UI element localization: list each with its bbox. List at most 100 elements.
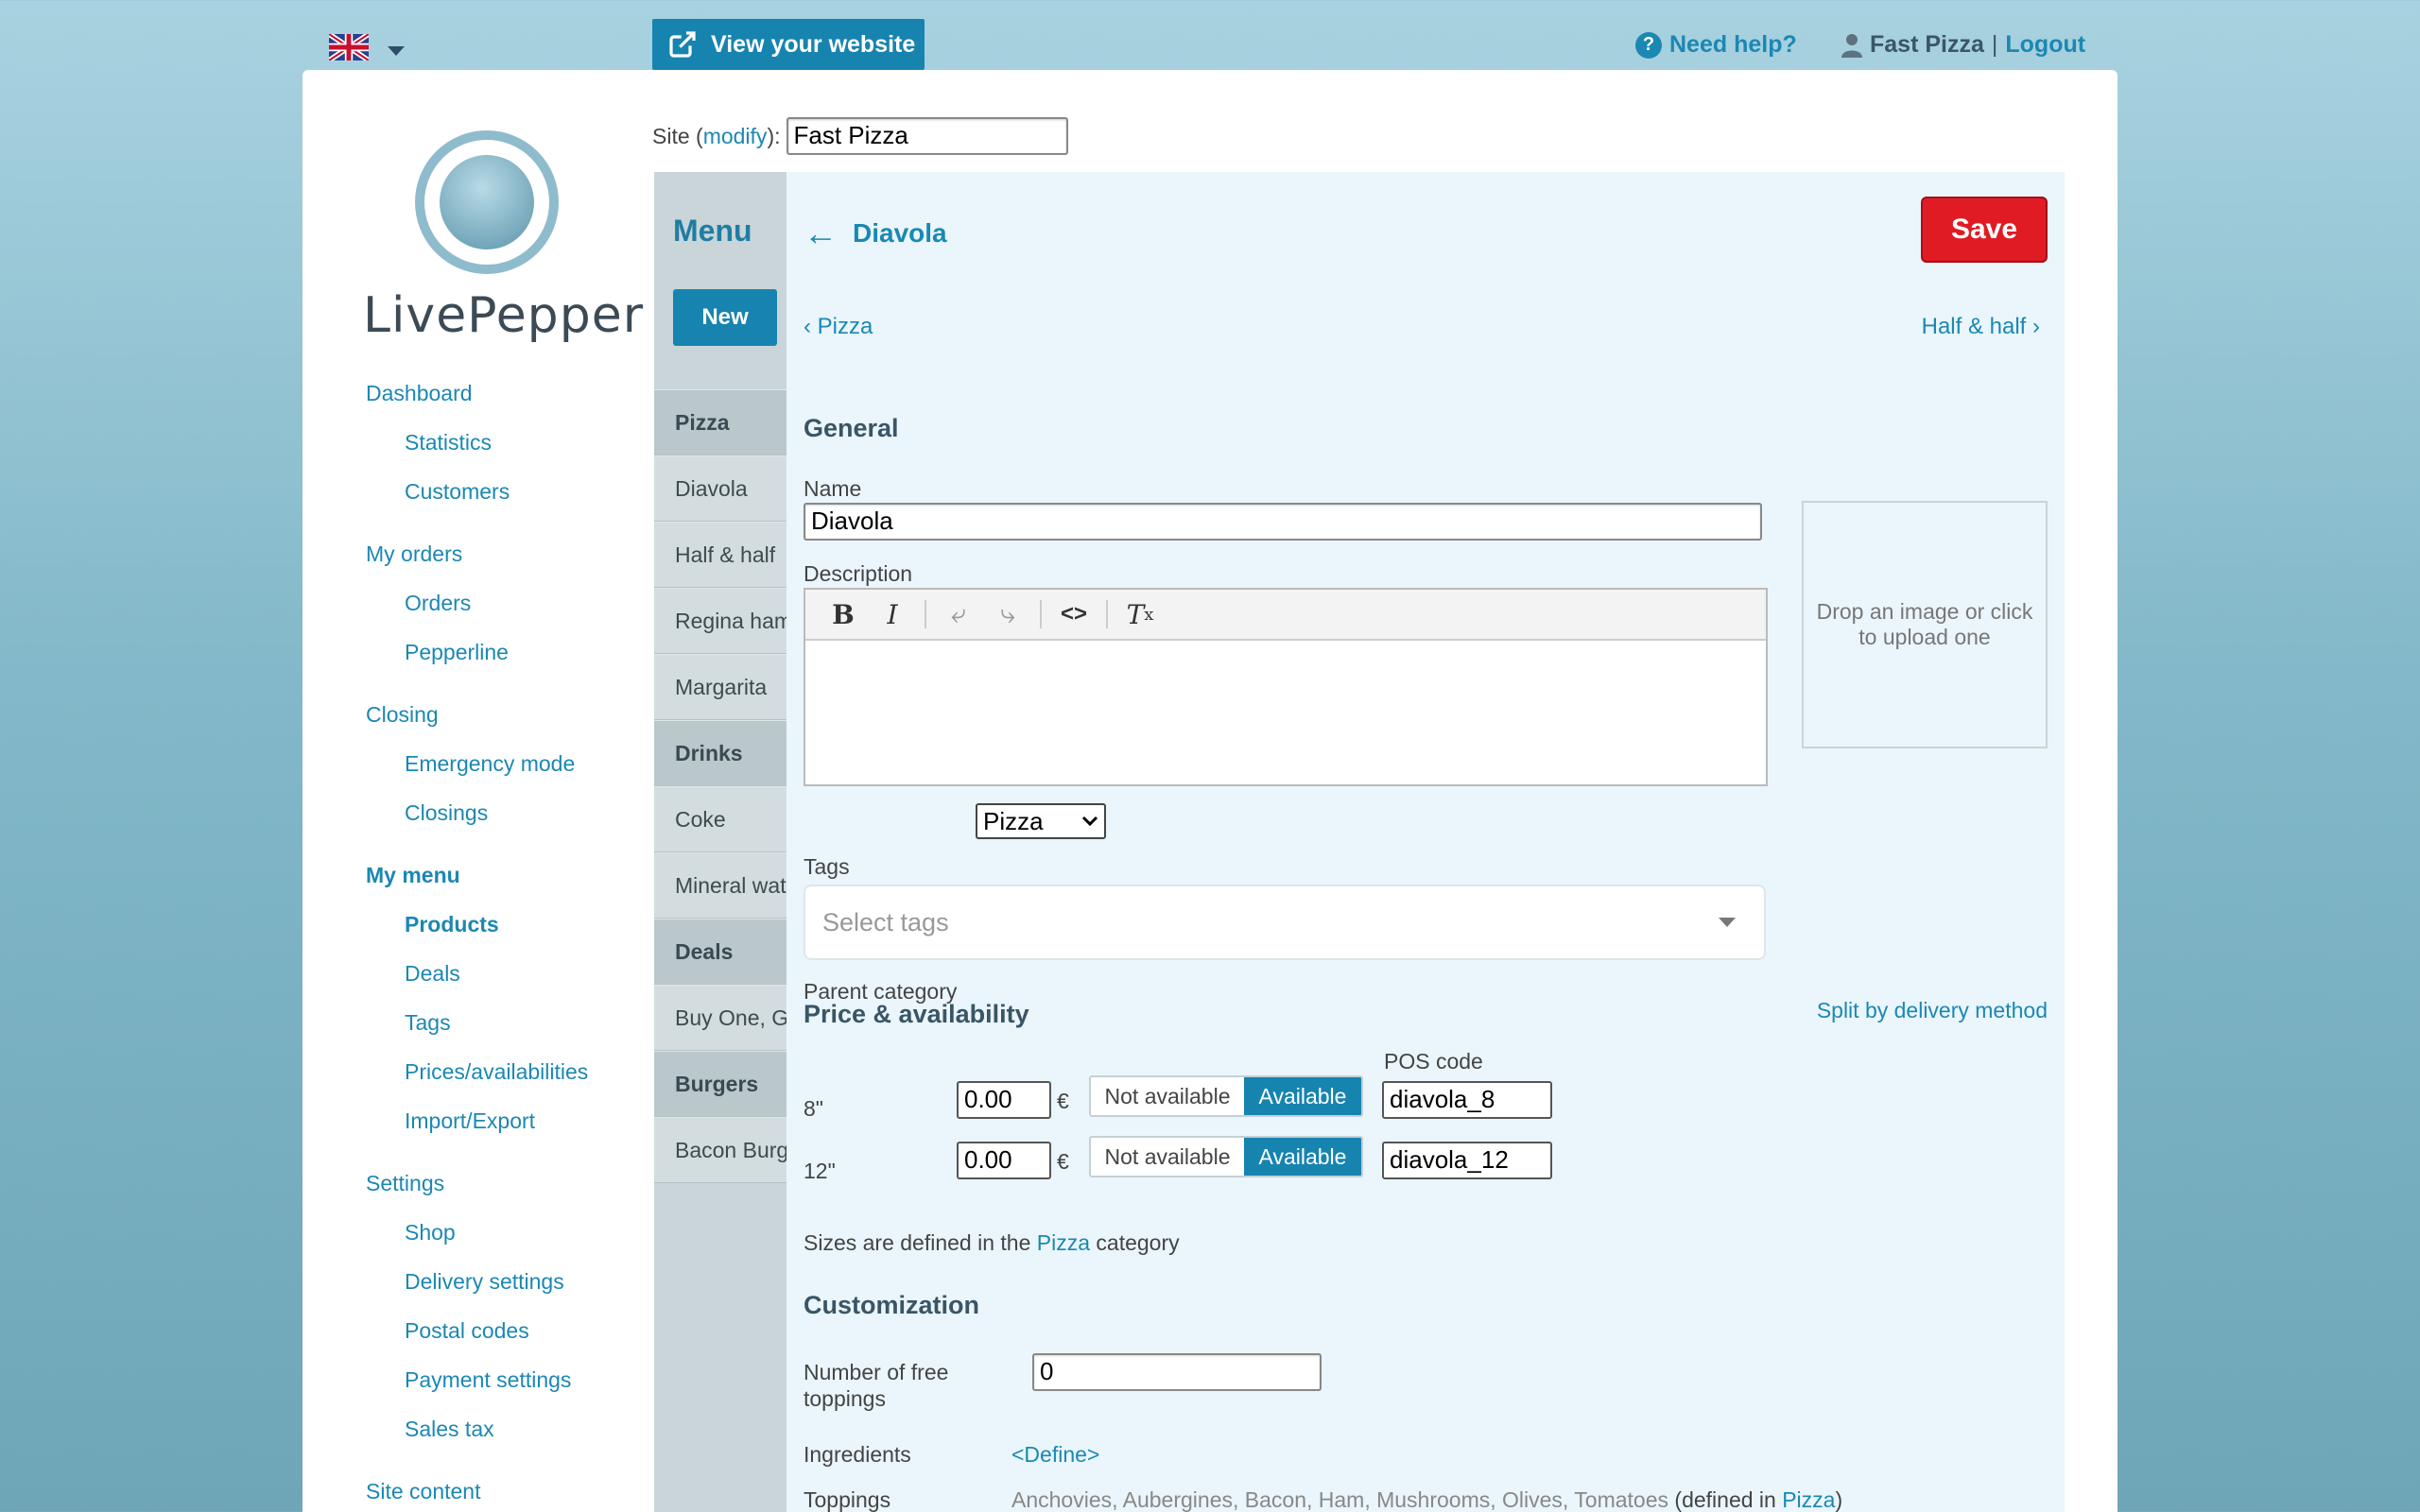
name-field[interactable]: Diavola	[804, 503, 1762, 541]
site-label: Site (modify):	[652, 123, 781, 148]
menu-category-drinks[interactable]: Drinks	[654, 720, 794, 786]
sidebar-nav: Dashboard Statistics Customers My orders…	[366, 378, 640, 1512]
product-title: Diavola	[853, 218, 947, 248]
size-label-8: 8"	[804, 1096, 823, 1121]
nav-deals[interactable]: Deals	[366, 958, 640, 1007]
nav-payment-settings[interactable]: Payment settings	[366, 1365, 640, 1414]
parent-category-select[interactable]: Pizza	[976, 803, 1106, 839]
product-editor: ← Diavola Save ‹ Pizza Half & half › Gen…	[786, 172, 2065, 1512]
free-toppings-label: Number of free toppings	[804, 1360, 949, 1411]
toolbar-divider	[1040, 600, 1042, 628]
nav-closing[interactable]: Closing	[366, 699, 640, 748]
menu-item-regina-ham[interactable]: Regina ham	[654, 588, 794, 654]
site-modify-link[interactable]: modify	[703, 124, 768, 148]
pos-code-field-8[interactable]: diavola_8	[1382, 1081, 1552, 1119]
image-dropzone[interactable]: Drop an image or click to upload one	[1802, 501, 2048, 748]
nav-emergency-mode[interactable]: Emergency mode	[366, 748, 640, 798]
save-button[interactable]: Save	[1921, 197, 2048, 263]
nav-statistics[interactable]: Statistics	[366, 427, 640, 476]
available-option-8[interactable]: Available	[1244, 1077, 1361, 1115]
need-help-label: Need help?	[1669, 31, 1797, 58]
nav-customers[interactable]: Customers	[366, 476, 640, 525]
pos-code-label: POS code	[1384, 1049, 1483, 1074]
description-label: Description	[804, 561, 913, 586]
nav-products[interactable]: Products	[366, 909, 640, 958]
free-toppings-field[interactable]: 0	[1032, 1353, 1322, 1391]
chevron-left-icon: ‹	[804, 314, 818, 339]
site-name-field[interactable]: Fast Pizza	[786, 117, 1068, 155]
split-by-delivery-link[interactable]: Split by delivery method	[1817, 998, 2048, 1023]
menu-item-coke[interactable]: Coke	[654, 786, 794, 852]
nav-my-menu[interactable]: My menu	[366, 860, 640, 909]
not-available-option-12[interactable]: Not available	[1091, 1138, 1244, 1176]
description-editor[interactable]: B I ⤶ ⤷ <> Tx	[804, 588, 1768, 786]
availability-toggle-8: Not available Available	[1089, 1075, 1363, 1117]
nav-orders[interactable]: Orders	[366, 588, 640, 637]
redo-icon[interactable]: ⤷	[983, 595, 1032, 633]
name-label: Name	[804, 476, 862, 501]
site-selector: Site (modify): Fast Pizza	[652, 117, 1068, 155]
user-box: Fast Pizza | Logout	[1841, 31, 2085, 59]
currency-symbol: €	[1057, 1089, 1069, 1113]
nav-shop[interactable]: Shop	[366, 1217, 640, 1266]
need-help-link[interactable]: ? Need help?	[1635, 31, 1797, 59]
define-ingredients-link[interactable]: <Define>	[1011, 1442, 1099, 1468]
menu-item-margarita[interactable]: Margarita	[654, 654, 794, 720]
logout-link[interactable]: Logout	[2005, 31, 2085, 59]
next-product-link[interactable]: Half & half ›	[1922, 314, 2040, 340]
nav-postal-codes[interactable]: Postal codes	[366, 1315, 640, 1365]
undo-icon[interactable]: ⤶	[934, 595, 983, 633]
dropdown-arrow-icon	[1719, 918, 1736, 927]
nav-my-orders[interactable]: My orders	[366, 539, 640, 588]
previous-product-link[interactable]: ‹ Pizza	[804, 314, 873, 340]
livepepper-logo[interactable]: LivePepper	[363, 129, 645, 352]
menu-category-pizza[interactable]: Pizza	[654, 389, 794, 455]
menu-item-half-and-half[interactable]: Half & half	[654, 522, 794, 588]
back-to-list-link[interactable]: ← Diavola	[804, 214, 947, 253]
user-separator: |	[1991, 31, 1998, 58]
bold-icon[interactable]: B	[819, 595, 868, 633]
menu-category-burgers[interactable]: Burgers	[654, 1051, 794, 1117]
nav-sales-tax[interactable]: Sales tax	[366, 1414, 640, 1463]
nav-import-export[interactable]: Import/Export	[366, 1106, 640, 1155]
menu-item-bacon-burger[interactable]: Bacon Burger	[654, 1117, 794, 1183]
logo-text: LivePepper	[363, 287, 645, 344]
view-website-label: View your website	[711, 30, 916, 58]
pos-code-field-12[interactable]: diavola_12	[1382, 1142, 1552, 1179]
nav-pepperline[interactable]: Pepperline	[366, 637, 640, 686]
uk-flag-icon[interactable]	[329, 34, 369, 60]
nav-closings[interactable]: Closings	[366, 798, 640, 847]
parent-category-value: Pizza	[983, 806, 1044, 835]
sizes-category-link[interactable]: Pizza	[1037, 1230, 1090, 1255]
clear-format-icon[interactable]: Tx	[1115, 595, 1165, 633]
tags-label: Tags	[804, 854, 850, 879]
price-field-8[interactable]: 0.00	[957, 1081, 1051, 1119]
price-heading: Price & availability	[804, 1000, 1029, 1028]
nav-delivery-settings[interactable]: Delivery settings	[366, 1266, 640, 1315]
nav-settings[interactable]: Settings	[366, 1168, 640, 1217]
tags-select[interactable]: Select tags	[804, 885, 1766, 960]
code-icon[interactable]: <>	[1049, 595, 1098, 633]
nav-tags[interactable]: Tags	[366, 1007, 640, 1057]
help-icon: ?	[1635, 31, 1662, 59]
menu-item-buy-one-get-one[interactable]: Buy One, Get One	[654, 985, 794, 1051]
menu-panel: Menu New Pizza Diavola Half & half Regin…	[654, 172, 794, 1512]
nav-prices-availabilities[interactable]: Prices/availabilities	[366, 1057, 640, 1106]
external-link-icon	[669, 31, 696, 58]
nav-dashboard[interactable]: Dashboard	[366, 378, 640, 427]
price-field-12[interactable]: 0.00	[957, 1142, 1051, 1179]
not-available-option-8[interactable]: Not available	[1091, 1077, 1244, 1115]
available-option-12[interactable]: Available	[1244, 1138, 1361, 1176]
language-caret-icon[interactable]	[388, 46, 405, 56]
italic-icon[interactable]: I	[868, 595, 917, 633]
nav-site-content[interactable]: Site content	[366, 1476, 640, 1512]
view-website-button[interactable]: View your website	[652, 19, 925, 70]
menu-item-diavola[interactable]: Diavola	[654, 455, 794, 522]
menu-category-deals[interactable]: Deals	[654, 919, 794, 985]
menu-item-mineral-water[interactable]: Mineral water	[654, 852, 794, 919]
ingredients-label: Ingredients	[804, 1442, 911, 1467]
toppings-category-link[interactable]: Pizza	[1782, 1487, 1835, 1512]
size-label-12: 12"	[804, 1159, 836, 1183]
logo-mark	[415, 130, 559, 274]
new-button[interactable]: New	[673, 289, 777, 346]
